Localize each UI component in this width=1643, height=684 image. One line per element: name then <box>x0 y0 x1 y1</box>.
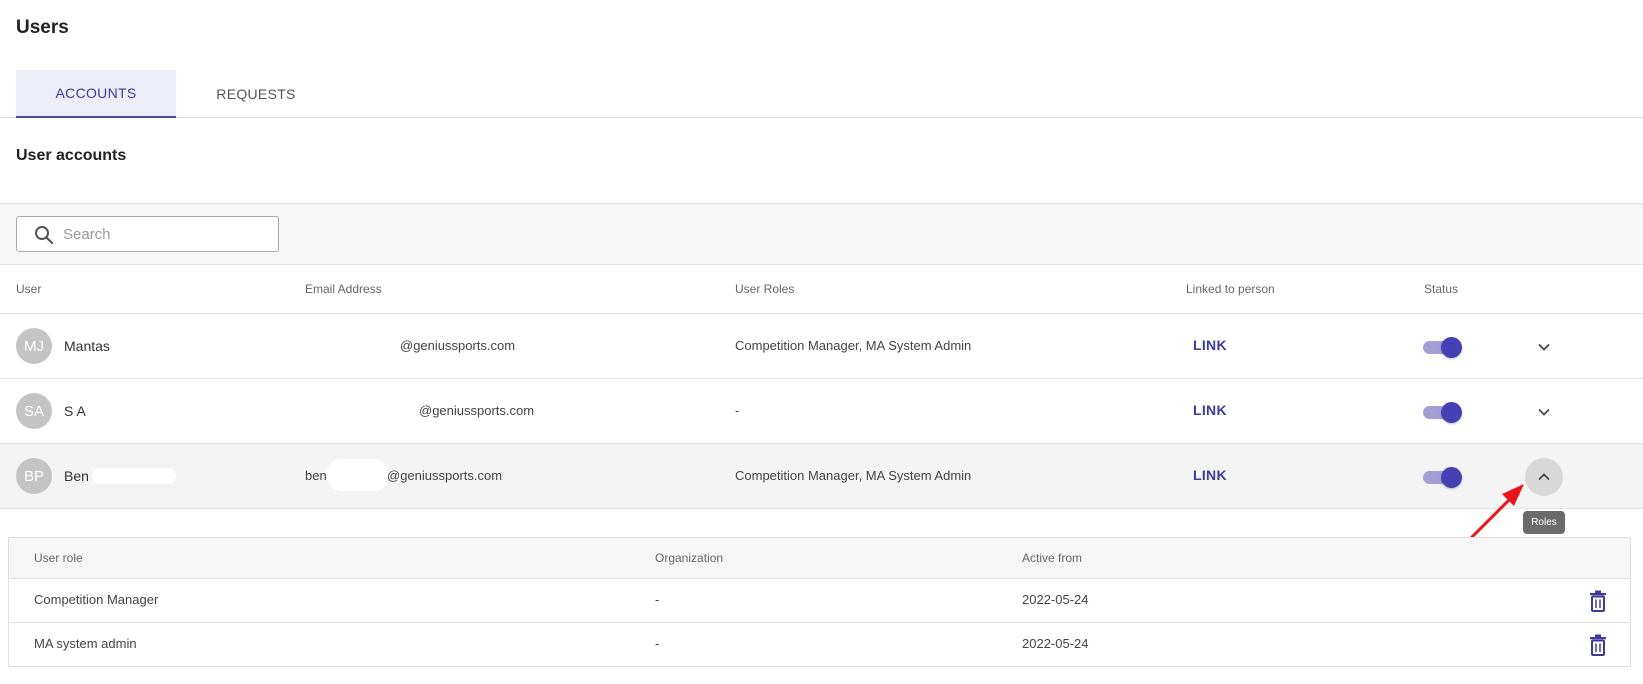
collapse-roles-button[interactable] <box>1525 458 1563 496</box>
table-row-expanded[interactable]: BP Ben ben @geniussports.com Competition… <box>0 444 1643 509</box>
status-toggle[interactable] <box>1423 336 1463 358</box>
search-box[interactable] <box>16 216 279 252</box>
column-header-organization: Organization <box>655 551 724 565</box>
user-roles: - <box>735 403 740 418</box>
search-input[interactable] <box>63 217 273 251</box>
column-header-linked-to-person[interactable]: Linked to person <box>1186 282 1275 296</box>
chevron-down-icon <box>1538 408 1550 416</box>
table-row[interactable]: SA S A @geniussports.com - LINK <box>0 379 1643 444</box>
search-toolbar <box>0 203 1643 265</box>
redaction-mask <box>92 468 176 484</box>
role-name: Competition Manager <box>34 592 159 607</box>
role-row: Competition Manager - 2022-05-24 <box>9 579 1630 623</box>
table-row[interactable]: MJ Mantas @geniussports.com Competition … <box>0 314 1643 379</box>
column-header-status[interactable]: Status <box>1424 282 1458 296</box>
user-roles: Competition Manager, MA System Admin <box>735 468 972 483</box>
expand-roles-button[interactable] <box>1525 393 1563 431</box>
chevron-up-icon <box>1538 473 1550 481</box>
tab-bar: ACCOUNTS REQUESTS <box>0 70 1643 118</box>
user-name: S A <box>64 403 86 419</box>
user-name: Ben <box>64 468 89 484</box>
avatar: MJ <box>16 328 52 364</box>
link-to-person-button[interactable]: LINK <box>1193 337 1227 353</box>
avatar: BP <box>16 458 52 494</box>
tab-accounts[interactable]: ACCOUNTS <box>16 70 176 118</box>
tab-requests[interactable]: REQUESTS <box>176 70 336 118</box>
email-address: @geniussports.com <box>419 403 535 418</box>
column-header-user-role: User role <box>34 551 83 565</box>
toggle-knob <box>1441 337 1462 358</box>
role-organization: - <box>655 636 660 651</box>
trash-icon[interactable] <box>1589 634 1607 656</box>
user-name: Mantas <box>64 338 110 354</box>
role-organization: - <box>655 592 660 607</box>
table-header: User Email Address User Roles Linked to … <box>0 265 1643 314</box>
redaction-mask <box>327 459 388 491</box>
page-title: Users <box>16 17 69 38</box>
chevron-down-icon <box>1538 343 1550 351</box>
role-row: MA system admin - 2022-05-24 <box>9 623 1630 667</box>
email-address: @geniussports.com <box>387 468 503 483</box>
trash-icon[interactable] <box>1589 590 1607 612</box>
search-icon <box>35 226 54 245</box>
toggle-knob <box>1441 402 1462 423</box>
user-roles-panel: User role Organization Active from Compe… <box>8 537 1631 667</box>
status-toggle[interactable] <box>1423 401 1463 423</box>
email-address: @geniussports.com <box>400 338 516 353</box>
user-roles: Competition Manager, MA System Admin <box>735 338 972 353</box>
expand-roles-button[interactable] <box>1525 328 1563 366</box>
section-title: User accounts <box>16 147 127 164</box>
role-active-from: 2022-05-24 <box>1022 636 1089 651</box>
role-name: MA system admin <box>34 636 137 651</box>
column-header-active-from: Active from <box>1022 551 1083 565</box>
email-prefix: ben <box>305 468 327 483</box>
column-header-email[interactable]: Email Address <box>305 282 382 296</box>
column-header-user-roles[interactable]: User Roles <box>735 282 794 296</box>
link-to-person-button[interactable]: LINK <box>1193 402 1227 418</box>
avatar: SA <box>16 393 52 429</box>
column-header-user[interactable]: User <box>16 282 41 296</box>
roles-table-header: User role Organization Active from <box>9 538 1630 579</box>
role-active-from: 2022-05-24 <box>1022 592 1089 607</box>
link-to-person-button[interactable]: LINK <box>1193 467 1227 483</box>
